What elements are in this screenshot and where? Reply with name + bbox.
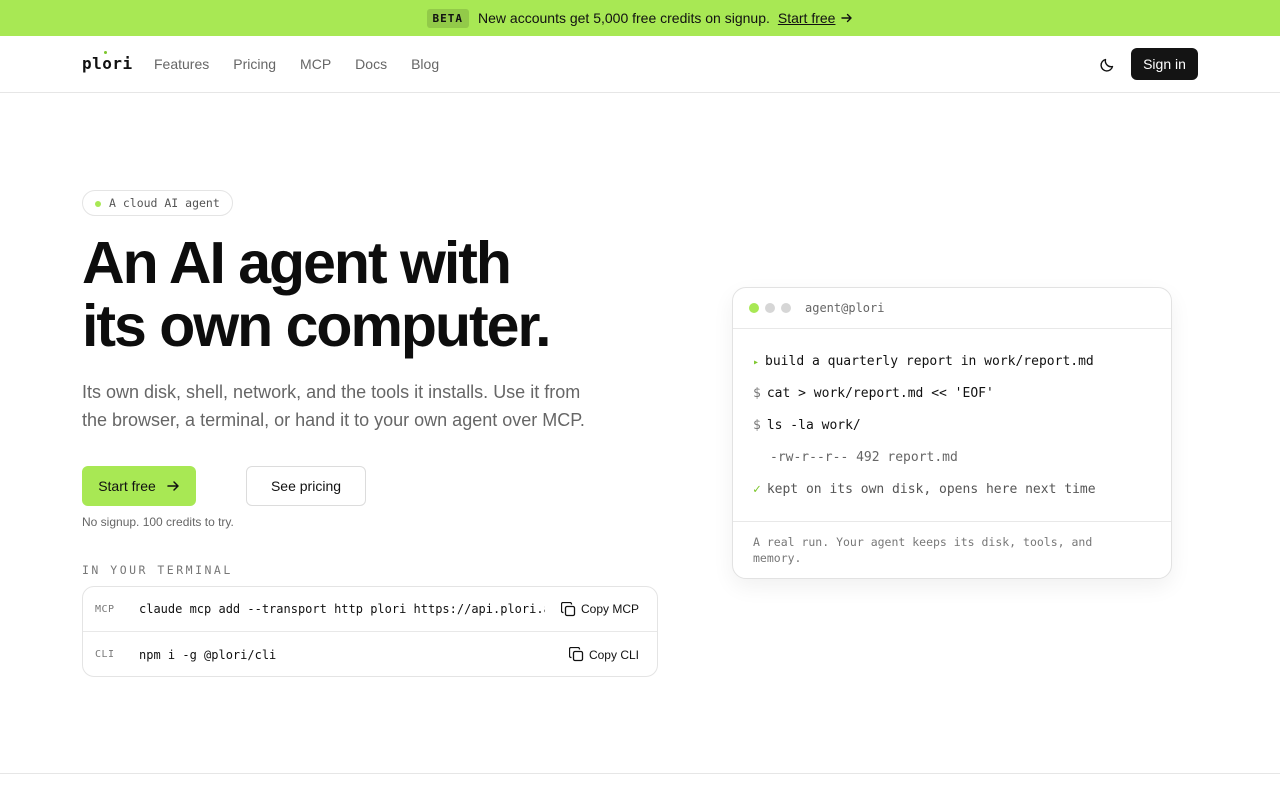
- beta-badge: BETA: [426, 8, 470, 28]
- arrow-right-icon: [841, 13, 853, 23]
- command-tag: CLI: [95, 649, 115, 660]
- page-title: An AI agent with its own computer.: [82, 230, 552, 359]
- prompt-arrow-icon: ▸: [753, 357, 760, 368]
- theme-toggle-button[interactable]: [1094, 52, 1120, 78]
- headline-line-1: An AI agent with: [82, 230, 512, 296]
- terminal-line: ✓ kept on its own disk, opens here next t…: [753, 482, 1096, 497]
- logo-text: plori: [82, 54, 133, 73]
- terminal-line: $ ls -la work/: [753, 418, 861, 433]
- banner-link-label: Start free: [777, 10, 836, 26]
- nav-link-docs[interactable]: Docs: [355, 56, 387, 72]
- banner-start-free-link[interactable]: Start free: [778, 10, 854, 26]
- terminal-section-label: IN YOUR TERMINAL: [82, 563, 233, 577]
- window-dot-gray: [781, 303, 791, 313]
- copy-mcp-label: Copy MCP: [580, 602, 639, 616]
- terminal-line: ▸ build a quarterly report in work/report…: [753, 354, 1094, 369]
- banner-message: New accounts get 5,000 free credits on s…: [478, 10, 770, 26]
- hero-pill: A cloud AI agent: [82, 190, 233, 216]
- announcement-banner: BETA New accounts get 5,000 free credits…: [0, 0, 1280, 36]
- copy-mcp-button[interactable]: Copy MCP: [560, 601, 639, 617]
- nav-link-mcp[interactable]: MCP: [300, 56, 331, 72]
- logo-accent-dot: [104, 51, 107, 54]
- hero-subtext: Its own disk, shell, network, and the to…: [82, 382, 585, 430]
- logo[interactable]: plori: [82, 51, 133, 73]
- card-title: agent@plori: [805, 301, 885, 315]
- command-tag: MCP: [95, 603, 115, 615]
- pill-label: A cloud AI agent: [109, 196, 220, 210]
- nav-link-pricing[interactable]: Pricing: [233, 56, 276, 72]
- card-header: agent@plori: [733, 288, 1171, 329]
- dollar-prompt: $: [753, 386, 761, 401]
- start-free-label: Start free: [98, 478, 156, 494]
- arrow-right-icon: [167, 481, 179, 491]
- section-divider: [0, 773, 1280, 774]
- command-row-mcp: MCP claude mcp add --transport http plor…: [83, 587, 657, 632]
- terminal-line-text: kept on its own disk, opens here next ti…: [766, 482, 1096, 497]
- terminal-output-line: -rw-r--r-- 492 report.md: [770, 450, 958, 465]
- sign-in-button[interactable]: Sign in: [1131, 48, 1198, 80]
- signup-note: No signup. 100 credits to try.: [82, 515, 234, 529]
- copy-cli-label: Copy CLI: [588, 647, 639, 662]
- nav-links: Features Pricing MCP Docs Blog: [154, 56, 439, 72]
- check-icon: ✓: [753, 482, 761, 497]
- command-text[interactable]: claude mcp add --transport http plori ht…: [139, 602, 545, 616]
- copy-cli-button[interactable]: Copy CLI: [568, 647, 639, 662]
- headline-line-2: its own computer.: [82, 293, 552, 359]
- terminal-line: $ cat > work/report.md << 'EOF': [753, 386, 994, 401]
- terminal-line-text: ls -la work/: [766, 418, 861, 433]
- copy-icon: [568, 647, 584, 662]
- nav-link-blog[interactable]: Blog: [411, 56, 439, 72]
- terminal-demo-card: agent@plori ▸ build a quarterly report in…: [732, 287, 1172, 579]
- terminal-line-text: build a quarterly report in work/report.…: [765, 354, 1094, 369]
- command-text[interactable]: npm i -g @plori/cli: [139, 648, 545, 662]
- window-dot-gray: [765, 303, 775, 313]
- card-footer: A real run. Your agent keeps its disk, t…: [733, 521, 1171, 578]
- dollar-prompt: $: [753, 418, 761, 433]
- see-pricing-button[interactable]: See pricing: [246, 466, 366, 506]
- install-commands: MCP claude mcp add --transport http plor…: [82, 586, 658, 677]
- status-dot: [95, 201, 101, 207]
- card-footer-text: A real run. Your agent keeps its disk, t…: [753, 535, 1093, 565]
- command-row-cli: CLI npm i -g @plori/cli Copy CLI: [83, 632, 657, 677]
- copy-icon: [560, 601, 576, 616]
- terminal-line-text: -rw-r--r-- 492 report.md: [770, 450, 958, 465]
- moon-icon: [1100, 58, 1114, 72]
- top-nav: plori Features Pricing MCP Docs Blog Sig…: [0, 36, 1280, 93]
- terminal-line-text: cat > work/report.md << 'EOF': [766, 386, 994, 401]
- start-free-button[interactable]: Start free: [82, 466, 196, 506]
- window-dot-green: [749, 303, 759, 313]
- nav-link-features[interactable]: Features: [154, 56, 209, 72]
